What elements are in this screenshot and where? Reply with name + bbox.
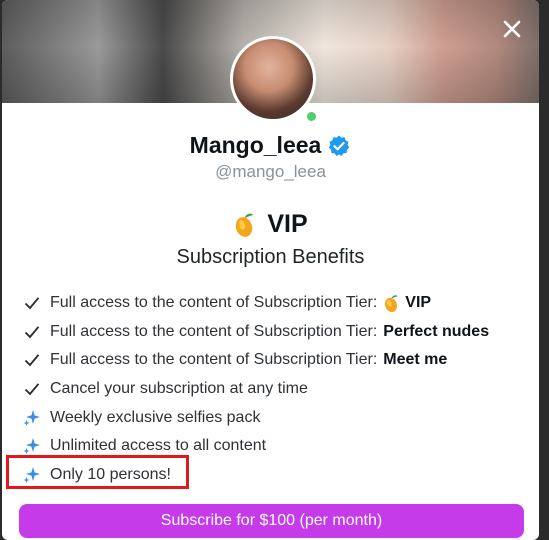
check-icon [23, 323, 41, 341]
tier-name: VIP [267, 210, 308, 238]
list-item: Full access to the content of Subscripti… [23, 289, 528, 318]
benefit-text: Weekly exclusive selfies pack [50, 408, 261, 426]
benefit-value-text: Meet me [383, 351, 448, 369]
benefit-text: Cancel your subscription at any time [50, 380, 308, 398]
profile-name-row: Mango_leea [2, 132, 539, 159]
tier-header: VIP [2, 210, 539, 239]
benefit-value-text: Perfect nudes [383, 322, 490, 340]
list-item: Full access to the content of Subscripti… [23, 346, 528, 375]
benefit-text: Full access to the content of Subscripti… [50, 294, 378, 312]
benefits-title: Subscription Benefits [176, 246, 365, 268]
benefit-value: VIP [383, 294, 431, 313]
subscription-modal: Mango_leea @mango_leea VIP Subscription … [2, 0, 539, 540]
subscribe-button[interactable]: Subscribe for $100 (per month) [19, 504, 524, 538]
check-icon [23, 351, 41, 369]
benefit-value-text: VIP [405, 294, 432, 312]
online-status-dot [305, 110, 318, 123]
highlight-box [6, 455, 189, 489]
profile-handle: @mango_leea [215, 162, 326, 181]
avatar[interactable] [230, 36, 316, 122]
list-item: Weekly exclusive selfies pack [23, 403, 528, 432]
list-item: Cancel your subscription at any time [23, 375, 528, 404]
sparkle-icon [23, 409, 41, 427]
benefit-text: Full access to the content of Subscripti… [50, 322, 378, 340]
sparkle-icon [23, 437, 41, 455]
close-icon[interactable] [501, 18, 523, 40]
check-icon [23, 380, 41, 398]
mango-icon [236, 213, 254, 237]
benefit-text: Unlimited access to all content [50, 437, 267, 455]
verified-badge-icon [329, 135, 350, 156]
mango-icon [385, 295, 398, 312]
benefit-text: Full access to the content of Subscripti… [50, 351, 378, 369]
list-item: Full access to the content of Subscripti… [23, 318, 528, 347]
profile-name[interactable]: Mango_leea [190, 132, 322, 159]
check-icon [23, 294, 41, 312]
